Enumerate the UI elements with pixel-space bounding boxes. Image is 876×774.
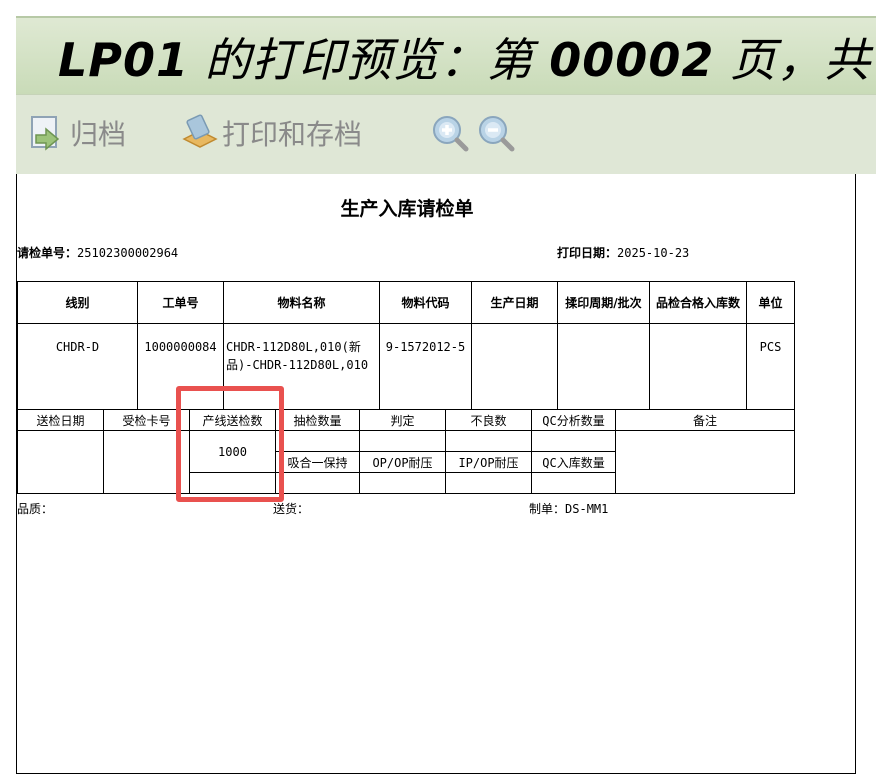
cell-qc-analysis-qty: [531, 430, 616, 452]
product-info-table: 线别 工单号 物料名称 物料代码 生产日期 揉印周期/批次 品检合格入库数 单位…: [17, 281, 795, 410]
label-qc-storage-qty: QC入库数量: [531, 451, 616, 473]
preview-title-bar: LP01 的打印预览：第 00002 页，共: [16, 16, 876, 94]
print-and-archive-label: 打印和存档: [222, 118, 363, 151]
print-and-archive-button[interactable]: 打印和存档: [180, 113, 362, 153]
cell-ip-op-value: [445, 472, 532, 494]
cell-op-op-value: [359, 472, 446, 494]
highlight-box: [176, 386, 284, 502]
inspection-number: 请检单号：25102300002964: [17, 246, 179, 260]
label-pull-hold: 吸合一保持: [275, 451, 360, 473]
header-unit: 单位: [746, 281, 795, 324]
cell-qc-storage-value: [531, 472, 616, 494]
cell-line: CHDR-D: [17, 323, 138, 410]
header-submit-date: 送检日期: [17, 409, 104, 431]
zoom-in-button[interactable]: [430, 113, 470, 153]
cell-defect-qty: [445, 430, 532, 452]
cell-print-cycle: [557, 323, 650, 410]
cell-submit-date: [17, 430, 104, 494]
print-preview-page: 生产入库请检单 请检单号：25102300002964 打印日期：2025-10…: [16, 174, 856, 774]
label-ip-op-withstand: IP/OP耐压: [445, 451, 532, 473]
cell-unit: PCS: [746, 323, 795, 410]
archive-icon: [28, 113, 68, 153]
header-judgement: 判定: [359, 409, 446, 431]
header-production-date: 生产日期: [471, 281, 558, 324]
cell-production-date: [471, 323, 558, 410]
header-sample-qty: 抽检数量: [275, 409, 360, 431]
header-defect-qty: 不良数: [445, 409, 532, 431]
cell-pull-hold-value: [275, 472, 360, 494]
zoom-out-button[interactable]: [476, 113, 516, 153]
delivery-signature: 送货：: [273, 502, 310, 516]
cell-material-code: 9-1572012-5: [379, 323, 472, 410]
cell-qualified-qty: [649, 323, 747, 410]
header-material-name: 物料名称: [223, 281, 380, 324]
label-op-op-withstand: OP/OP耐压: [359, 451, 446, 473]
cell-sample-qty: [275, 430, 360, 452]
toolbar: 归档 打印和存档: [16, 94, 876, 174]
quality-signature: 品质：: [17, 502, 54, 516]
header-qualified-qty: 品检合格入库数: [649, 281, 747, 324]
header-qc-analysis-qty: QC分析数量: [531, 409, 616, 431]
printer-icon: [180, 113, 220, 153]
header-remarks: 备注: [615, 409, 795, 431]
archive-button[interactable]: 归档: [28, 113, 126, 153]
cell-judgement: [359, 430, 446, 452]
inspection-table: 送检日期 受检卡号 产线送检数 抽检数量 判定 不良数 QC分析数量 备注 10…: [17, 409, 795, 494]
cell-remarks: [615, 430, 795, 494]
zoom-out-icon: [479, 116, 515, 152]
maker-signature: 制单：DS-MM1: [529, 502, 609, 516]
preview-title: LP01 的打印预览：第 00002 页，共: [58, 33, 871, 87]
header-work-order: 工单号: [137, 281, 224, 324]
header-line: 线别: [17, 281, 138, 324]
archive-label: 归档: [70, 118, 127, 151]
print-date: 打印日期：2025-10-23: [557, 246, 690, 260]
document-title: 生产入库请检单: [340, 198, 474, 220]
header-print-cycle: 揉印周期/批次: [557, 281, 650, 324]
header-material-code: 物料代码: [379, 281, 472, 324]
zoom-in-icon: [433, 116, 469, 152]
